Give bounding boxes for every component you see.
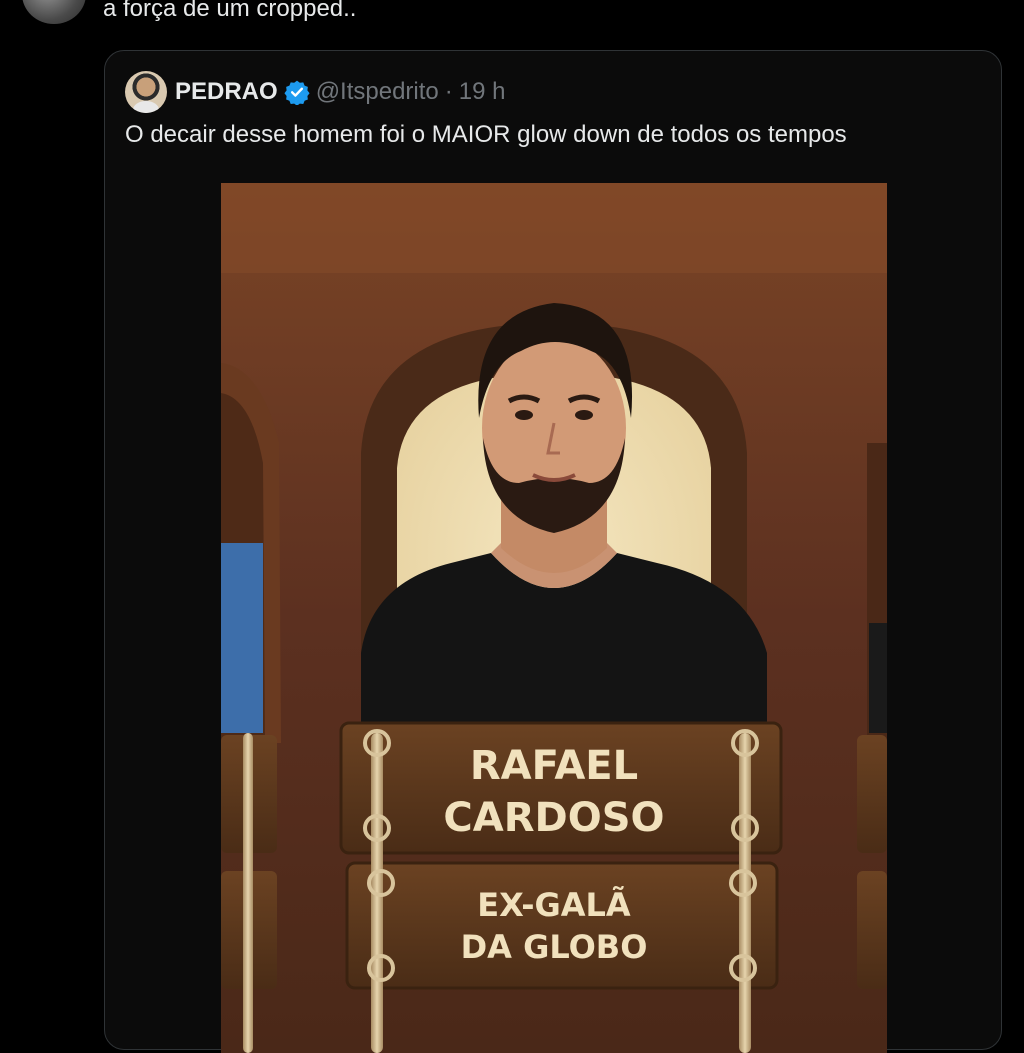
reply-text: a força de um cropped..: [103, 0, 357, 22]
sign-name-line1: RAFAEL: [470, 743, 638, 789]
sign-title-line1: EX-GALÃ: [477, 886, 631, 924]
sign-name-line2: CARDOSO: [443, 795, 664, 841]
title-sign-plank: [345, 861, 779, 990]
left-person-shirt: [221, 543, 263, 733]
quoted-author-avatar[interactable]: [125, 71, 167, 113]
quoted-tweet-header: PEDRAO @Itspedrito · 19 h: [125, 71, 506, 113]
quoted-tweet-image[interactable]: RAFAEL CARDOSO EX-GALÃ DA GLOBO: [221, 183, 887, 1053]
verified-badge-icon: [284, 79, 310, 106]
quoted-tweet-card[interactable]: PEDRAO @Itspedrito · 19 h O decair desse…: [104, 50, 1002, 1053]
sign-title-line2: DA GLOBO: [461, 928, 648, 966]
tweet-timestamp[interactable]: 19 h: [459, 78, 506, 106]
reply-author-avatar[interactable]: [22, 0, 86, 24]
quoted-author-handle[interactable]: @Itspedrito: [316, 78, 439, 106]
quoted-tweet-text: O decair desse homem foi o MAIOR glow do…: [125, 121, 847, 148]
separator-dot: ·: [444, 78, 453, 105]
quoted-author-name[interactable]: PEDRAO: [175, 78, 278, 106]
